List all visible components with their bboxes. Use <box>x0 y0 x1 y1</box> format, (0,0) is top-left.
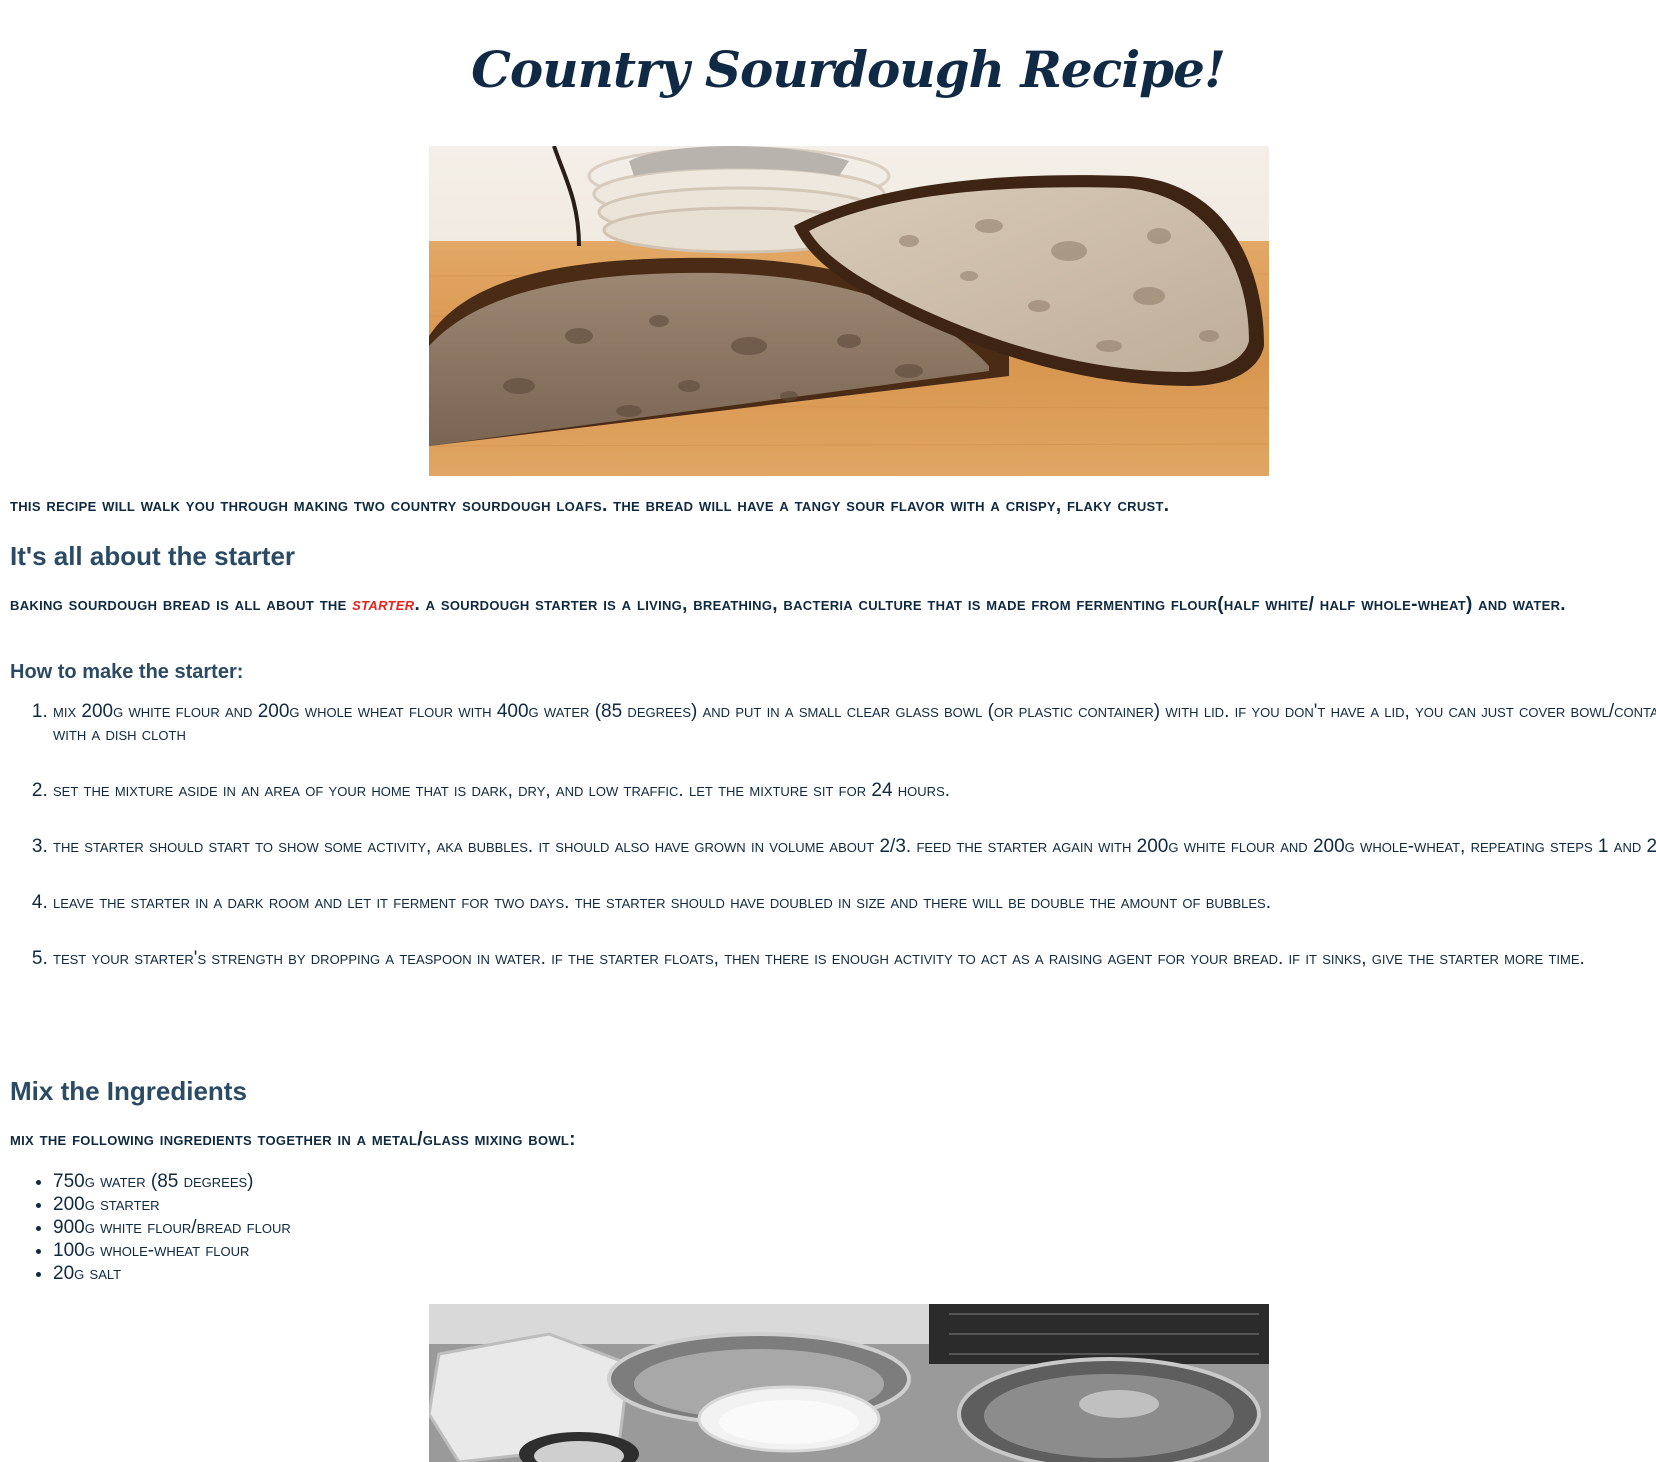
mix-heading: Mix the Ingredients <box>10 1076 247 1106</box>
page-title: Country Sourdough Recipe! <box>471 40 1226 99</box>
step-text: The starter should start to show some ac… <box>53 836 1656 857</box>
list-item: 200g starter <box>53 1193 291 1216</box>
sourdough-loaves-image <box>429 146 1269 476</box>
starter-steps-list: Mix 200g white flour and 200g whole whea… <box>0 700 1656 1003</box>
list-item: 100g whole-wheat flour <box>53 1239 291 1262</box>
list-item: Set the mixture aside in an area of your… <box>53 779 1656 802</box>
starter-paragraph-after: . A sourdough starter is a living, breat… <box>414 594 1566 615</box>
starter-paragraph-before: Baking sourdough bread is all about the <box>10 594 353 615</box>
ingredients-list: 750g water (85 degrees) 200g starter 900… <box>0 1170 291 1285</box>
list-item: 750g water (85 degrees) <box>53 1170 291 1193</box>
list-item: Test your starter's strength by dropping… <box>53 947 1656 970</box>
step-text: Mix 200g white flour and 200g whole whea… <box>53 701 1656 745</box>
list-item: The starter should start to show some ac… <box>53 835 1656 858</box>
list-item: Mix 200g white flour and 200g whole whea… <box>53 700 1656 746</box>
intro-paragraph: This recipe will walk you through making… <box>10 495 1170 516</box>
list-item: 20g salt <box>53 1262 291 1285</box>
starter-heading: It's all about the starter <box>10 541 296 571</box>
mix-intro: Mix the following ingredients together i… <box>10 1129 576 1150</box>
recipe-page: Country Sourdough Recipe! this recipe wi… <box>0 0 1656 1462</box>
step-text: Leave the starter in a dark room and let… <box>53 892 1271 913</box>
list-item: 900g white flour/bread flour <box>53 1216 291 1239</box>
step-text: Test your starter's strength by dropping… <box>53 948 1585 969</box>
starter-paragraph: Baking sourdough bread is all about the … <box>10 594 1566 616</box>
list-item: Leave the starter in a dark room and let… <box>53 891 1656 914</box>
starter-highlight: starter <box>352 594 415 615</box>
starter-subheading: How to make the starter: <box>10 661 244 683</box>
step-text: Set the mixture aside in an area of your… <box>53 780 951 801</box>
mixing-bowls-image <box>429 1304 1269 1462</box>
